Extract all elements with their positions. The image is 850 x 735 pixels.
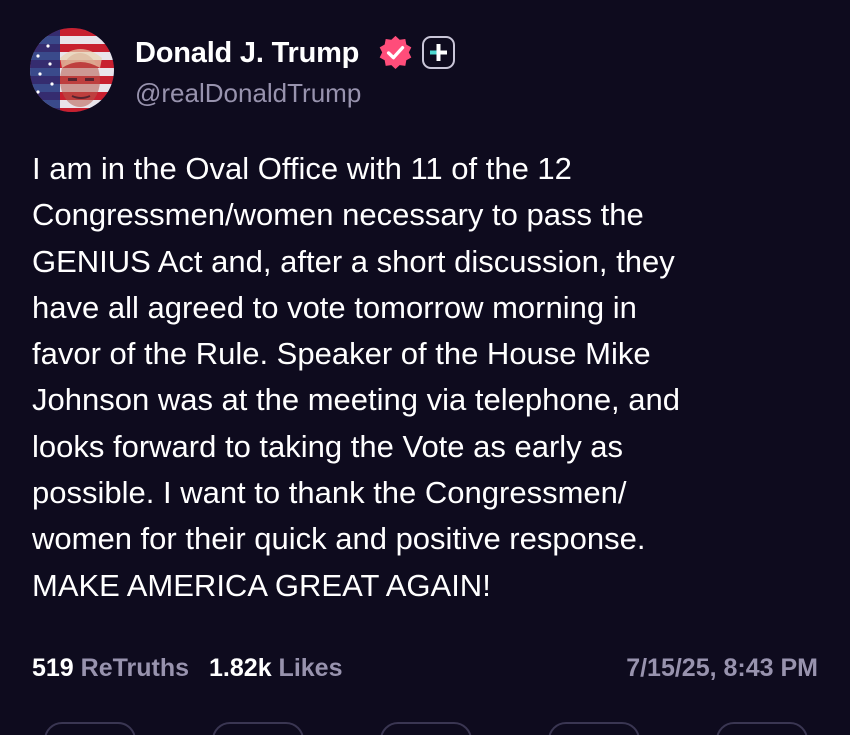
likes-count: 1.82k: [209, 654, 272, 682]
retruths-count: 519: [32, 654, 74, 682]
avatar[interactable]: [30, 28, 114, 112]
retruth-button[interactable]: [212, 722, 304, 735]
post-timestamp[interactable]: 7/15/25, 8:43 PM: [626, 648, 818, 688]
share-button[interactable]: [548, 722, 640, 735]
post-text-line: GENIUS Act and, after a short discussion…: [32, 243, 675, 279]
post-text-line: MAKE AMERICA GREAT AGAIN!: [32, 567, 491, 603]
retruths-label: ReTruths: [80, 654, 190, 682]
truth-plus-badge: [422, 36, 455, 69]
retruths-stat[interactable]: 519 ReTruths: [32, 654, 189, 682]
post-text-line: have all agreed to vote tomorrow morning…: [32, 289, 637, 325]
reply-button[interactable]: [44, 722, 136, 735]
verified-check-icon: [379, 35, 412, 69]
truth-post: Donald J. Trump @realDonaldTrump I am in…: [0, 0, 850, 735]
post-text-line: I am in the Oval Office with 11 of the 1…: [32, 151, 572, 186]
more-button[interactable]: [716, 722, 808, 735]
author-name[interactable]: Donald J. Trump: [135, 33, 359, 73]
post-body: I am in the Oval Office with 11 of the 1…: [32, 146, 822, 609]
likes-label: Likes: [278, 654, 343, 682]
post-text-line: possible. I want to thank the Congressme…: [32, 475, 627, 511]
plus-icon: [430, 44, 447, 61]
post-text-line: Johnson was at the meeting via telephone…: [32, 382, 681, 418]
post-text-line: looks forward to taking the Vote as earl…: [32, 428, 624, 464]
author-handle[interactable]: @realDonaldTrump: [135, 75, 361, 111]
likes-stat[interactable]: 1.82k Likes: [209, 654, 342, 682]
post-stats: 519 ReTruths 1.82k Likes: [32, 648, 342, 688]
like-button[interactable]: [380, 722, 472, 735]
avatar-image: [30, 28, 114, 112]
post-text-line: Congressmen/women necessary to pass the: [32, 197, 644, 233]
post-text-line: women for their quick and positive respo…: [32, 521, 646, 557]
post-text-line: favor of the Rule. Speaker of the House …: [32, 336, 651, 372]
action-bar: [0, 722, 850, 735]
